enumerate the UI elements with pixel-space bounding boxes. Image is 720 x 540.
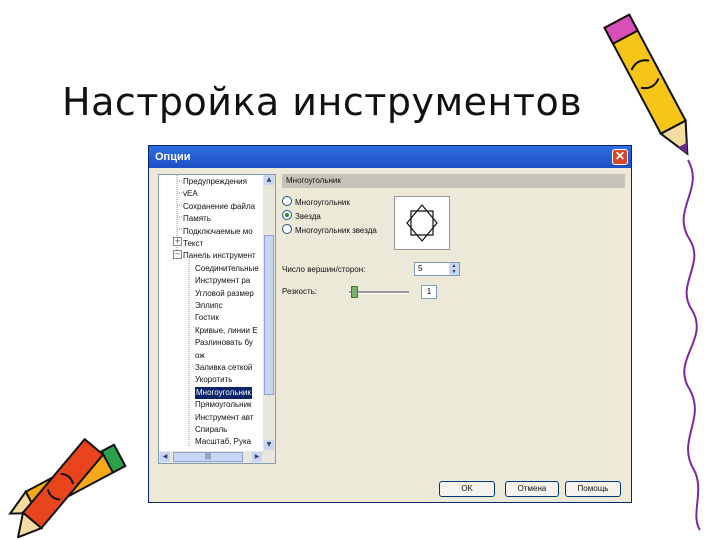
options-tree[interactable]: + − Предупреждения vEA Сохранение файла Пам… (158, 174, 276, 464)
tree-item[interactable]: Заливка сеткой (195, 362, 252, 374)
scroll-right-arrow[interactable]: ▶ (252, 452, 262, 462)
tree-horizontal-scrollbar[interactable]: ◀ ||| ▶ (159, 451, 275, 463)
radio-circle-selected[interactable] (282, 210, 292, 220)
options-dialog: Опции ✕ + − Предупреждения vEA Сохранение … (148, 145, 632, 503)
tree-item[interactable]: vEA (183, 188, 198, 200)
pane-header-label: Многоугольник (286, 176, 341, 185)
sharpness-slider-track[interactable] (349, 291, 409, 294)
tree-item[interactable]: Подключаемые мо (183, 226, 253, 238)
shape-preview (394, 196, 450, 250)
close-button[interactable]: ✕ (612, 149, 628, 165)
radio-polygon[interactable]: Многоугольник (282, 196, 350, 208)
radio-polygon-star[interactable]: Многоугольник звезда (282, 224, 377, 236)
scroll-thumb[interactable] (264, 235, 274, 395)
ok-button[interactable]: OK (439, 481, 495, 497)
pencils-clipart-bottom (8, 437, 127, 538)
vertices-value: 5 (418, 264, 423, 273)
expand-box[interactable]: + (173, 237, 182, 246)
scroll-down-arrow[interactable]: ▼ (264, 440, 274, 450)
tree-item[interactable]: Предупреждения (183, 176, 247, 188)
tree-item[interactable]: Разлиновать бу (195, 337, 253, 349)
help-button[interactable]: Помощь (565, 481, 621, 497)
tree-item[interactable]: Спираль (195, 424, 227, 436)
tree-item[interactable]: Многоугольник (195, 386, 252, 399)
vertices-label: Число вершин/сторон: (282, 265, 366, 274)
tree-item[interactable]: Гостик (195, 312, 219, 324)
spinner-buttons[interactable]: ▲ ▼ (449, 263, 459, 275)
tree-item[interactable]: Кривые, линии Е (195, 325, 258, 337)
pane-header: Многоугольник (282, 174, 625, 188)
tree-item[interactable]: Инструмент авт (195, 412, 254, 424)
collapse-box[interactable]: − (173, 250, 182, 259)
scroll-left-arrow[interactable]: ◀ (160, 452, 170, 462)
radio-label: Звезда (295, 212, 321, 221)
tree-item[interactable]: Инструмент ра (195, 275, 250, 287)
slide-title: Настройка инструментов (62, 80, 583, 124)
hscroll-thumb[interactable]: ||| (173, 452, 243, 462)
dialog-titlebar[interactable]: Опции ✕ (149, 146, 631, 168)
radio-circle[interactable] (282, 196, 292, 206)
spin-down-icon[interactable]: ▼ (449, 269, 459, 275)
radio-label: Многоугольник (295, 198, 350, 207)
tree-item[interactable]: Угловой размер (195, 288, 254, 300)
star-preview-icon (406, 204, 438, 242)
tree-vertical-scrollbar[interactable]: ▲ ▼ (263, 175, 275, 451)
tree-item[interactable]: Память (183, 213, 211, 225)
tree-item[interactable]: Текст (183, 238, 203, 250)
sharpness-slider-thumb[interactable] (351, 286, 358, 298)
radio-star[interactable]: Звезда (282, 210, 321, 222)
dialog-title: Опции (155, 151, 191, 163)
tree-item[interactable]: Соединительные (195, 263, 259, 275)
vertices-spinner[interactable]: 5 ▲ ▼ (414, 262, 460, 276)
scroll-up-arrow[interactable]: ▲ (264, 175, 274, 185)
tree-item[interactable]: Масштаб, Рука (195, 436, 251, 448)
sharpness-label: Резкость: (282, 287, 318, 296)
tree-item[interactable]: Укоротить (195, 374, 232, 386)
tree-item[interactable]: Панель инструмент (183, 250, 256, 262)
tree-item[interactable]: Прямоугольник (195, 399, 252, 411)
radio-circle[interactable] (282, 224, 292, 234)
tree-item[interactable]: ож (195, 350, 205, 362)
radio-label: Многоугольник звезда (295, 226, 377, 235)
sharpness-value[interactable]: 1 (421, 285, 437, 299)
tree-item[interactable]: Сохранение файла (183, 201, 255, 213)
cancel-button[interactable]: Отмена (505, 481, 559, 497)
tree-item[interactable]: Эллипс (195, 300, 223, 312)
